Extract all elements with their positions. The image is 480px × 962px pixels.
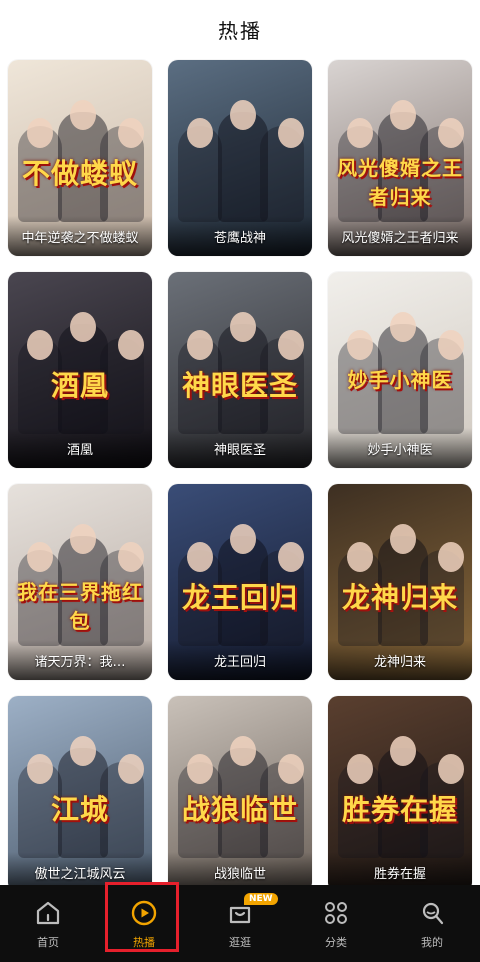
actor-head bbox=[390, 100, 416, 130]
actor-head bbox=[438, 754, 464, 784]
poster-title: 风光傻婿之王者归来 bbox=[337, 156, 463, 209]
tab-me[interactable]: 我的 bbox=[384, 885, 480, 962]
card-title: 傲世之江城风云 bbox=[34, 867, 126, 882]
poster-title: 我在三界拖红包 bbox=[17, 580, 143, 633]
bottom-tab-bar: 首页 热播 NEW 逛逛 分类 我的 bbox=[0, 885, 480, 962]
card-title: 苍鹰战神 bbox=[213, 231, 266, 246]
actor-head bbox=[278, 118, 304, 148]
actor-head bbox=[118, 330, 144, 360]
tab-hot[interactable]: 热播 bbox=[96, 885, 192, 962]
card-caption: 诸天万界：我… bbox=[8, 640, 152, 680]
card-caption: 龙王回归 bbox=[168, 640, 312, 680]
actor-head bbox=[70, 524, 96, 554]
actor-head bbox=[27, 118, 53, 148]
actor-head bbox=[27, 754, 53, 784]
card-caption: 苍鹰战神 bbox=[168, 216, 312, 256]
actor-head bbox=[70, 312, 96, 342]
poster-title: 龙神归来 bbox=[341, 581, 458, 614]
actor-head bbox=[438, 330, 464, 360]
actor-head bbox=[118, 118, 144, 148]
poster-title: 酒凰 bbox=[50, 369, 109, 402]
drama-card[interactable]: 龙神归来 龙神归来 bbox=[328, 484, 472, 680]
tab-label: 热播 bbox=[133, 935, 155, 949]
top-header: 热播 bbox=[0, 0, 480, 58]
tab-label: 我的 bbox=[421, 935, 443, 949]
actor-head bbox=[347, 330, 373, 360]
page-title: 热播 bbox=[218, 18, 262, 43]
actor-head bbox=[390, 736, 416, 766]
actor-head bbox=[230, 524, 256, 554]
drama-grid: 不做蝼蚁 中年逆袭之不做蝼蚁 苍鹰战神 风光傻婿之王者归来 风光傻婿之王者归来 酒凰 酒凰神… bbox=[8, 60, 472, 892]
grid-icon bbox=[325, 901, 347, 924]
drama-card[interactable]: 龙王回归 龙王回归 bbox=[168, 484, 312, 680]
user-icon bbox=[422, 902, 444, 924]
card-caption: 风光傻婿之王者归来 bbox=[328, 216, 472, 256]
actor-head bbox=[187, 754, 213, 784]
poster-title: 江城 bbox=[50, 793, 109, 826]
new-badge: NEW bbox=[244, 893, 278, 905]
card-caption: 中年逆袭之不做蝼蚁 bbox=[8, 216, 152, 256]
actor-head bbox=[230, 736, 256, 766]
actor-head bbox=[70, 736, 96, 766]
play-circle-icon bbox=[131, 900, 157, 925]
drama-card[interactable]: 江城 傲世之江城风云 bbox=[8, 696, 152, 892]
drama-card[interactable]: 风光傻婿之王者归来 风光傻婿之王者归来 bbox=[328, 60, 472, 256]
card-title: 风光傻婿之王者归来 bbox=[341, 231, 459, 246]
tab-category[interactable]: 分类 bbox=[288, 885, 384, 962]
actor-head bbox=[230, 100, 256, 130]
poster-title: 战狼临世 bbox=[181, 793, 298, 826]
actor-head bbox=[438, 118, 464, 148]
actor-head bbox=[347, 754, 373, 784]
card-caption: 酒凰 bbox=[8, 428, 152, 468]
drama-card[interactable]: 妙手小神医 妙手小神医 bbox=[328, 272, 472, 468]
drama-card[interactable]: 我在三界拖红包诸天万界：我… bbox=[8, 484, 152, 680]
actor-head bbox=[27, 542, 53, 572]
poster-title: 胜券在握 bbox=[341, 793, 458, 826]
drama-card[interactable]: 战狼临世 战狼临世 bbox=[168, 696, 312, 892]
actor-head bbox=[278, 754, 304, 784]
card-title: 妙手小神医 bbox=[367, 443, 433, 458]
actor-head bbox=[438, 542, 464, 572]
poster-title: 龙王回归 bbox=[181, 581, 298, 614]
actor-head bbox=[278, 542, 304, 572]
actor-head bbox=[390, 524, 416, 554]
actor-head bbox=[390, 312, 416, 342]
card-title: 战狼临世 bbox=[213, 867, 266, 882]
tab-label: 分类 bbox=[325, 935, 347, 949]
poster-title: 神眼医圣 bbox=[181, 369, 298, 402]
actor-head bbox=[187, 330, 213, 360]
drama-card[interactable]: 神眼医圣 神眼医圣 bbox=[168, 272, 312, 468]
card-title: 诸天万界：我… bbox=[34, 655, 126, 670]
poster-title: 妙手小神医 bbox=[347, 368, 453, 392]
actor-head bbox=[187, 118, 213, 148]
actor-head bbox=[347, 542, 373, 572]
home-icon bbox=[36, 901, 60, 924]
card-title: 神眼医圣 bbox=[213, 443, 266, 458]
actor-head bbox=[70, 100, 96, 130]
drama-card[interactable]: 苍鹰战神 bbox=[168, 60, 312, 256]
card-caption: 神眼医圣 bbox=[168, 428, 312, 468]
card-title: 胜券在握 bbox=[373, 867, 426, 882]
actor-head bbox=[230, 312, 256, 342]
actor-head bbox=[278, 330, 304, 360]
card-title: 中年逆袭之不做蝼蚁 bbox=[21, 231, 139, 246]
card-caption: 龙神归来 bbox=[328, 640, 472, 680]
actor-head bbox=[118, 754, 144, 784]
drama-card[interactable]: 酒凰 酒凰 bbox=[8, 272, 152, 468]
card-title: 龙神归来 bbox=[373, 655, 426, 670]
actor-head bbox=[187, 542, 213, 572]
tab-home[interactable]: 首页 bbox=[0, 885, 96, 962]
drama-card[interactable]: 不做蝼蚁中年逆袭之不做蝼蚁 bbox=[8, 60, 152, 256]
tab-browse[interactable]: NEW 逛逛 bbox=[192, 885, 288, 962]
poster-title: 不做蝼蚁 bbox=[21, 157, 138, 190]
actor-head bbox=[347, 118, 373, 148]
actor-head bbox=[118, 542, 144, 572]
tab-label: 逛逛 bbox=[229, 935, 251, 949]
drama-card[interactable]: 胜券在握 胜券在握 bbox=[328, 696, 472, 892]
card-title: 酒凰 bbox=[66, 443, 93, 458]
actor-head bbox=[27, 330, 53, 360]
tab-label: 首页 bbox=[37, 935, 59, 949]
card-title: 龙王回归 bbox=[213, 655, 266, 670]
card-caption: 妙手小神医 bbox=[328, 428, 472, 468]
